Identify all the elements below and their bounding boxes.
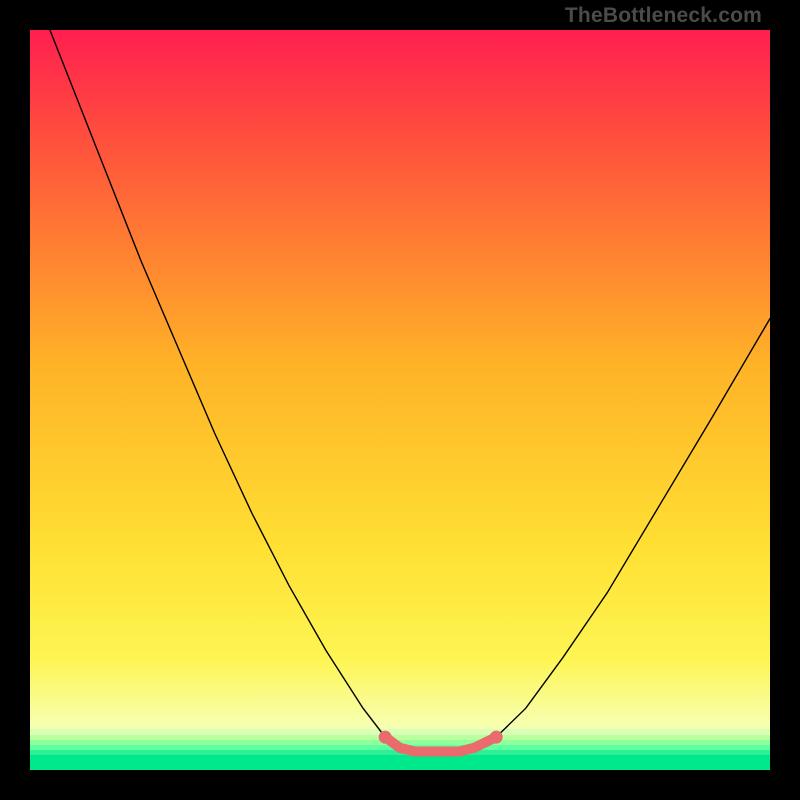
plot-area bbox=[30, 30, 770, 770]
watermark: TheBottleneck.com bbox=[565, 4, 762, 28]
curve-line bbox=[30, 30, 770, 752]
chart-frame: TheBottleneck.com bbox=[0, 0, 800, 800]
bottleneck-curve bbox=[30, 30, 770, 770]
